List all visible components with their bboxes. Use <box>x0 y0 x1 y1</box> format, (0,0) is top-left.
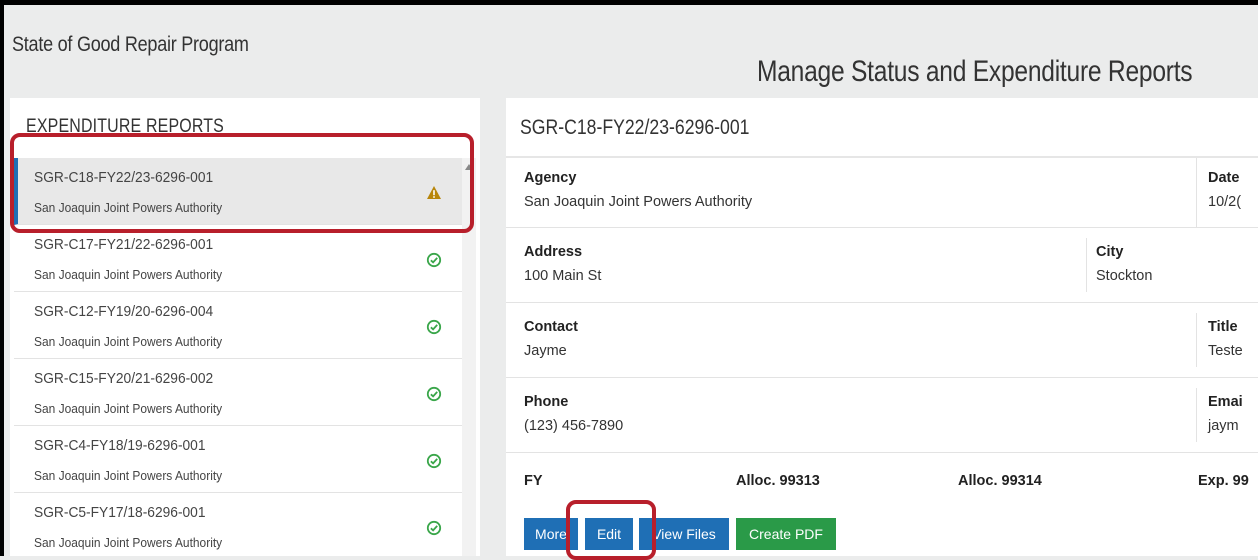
exp-label: Exp. 99 <box>1198 473 1249 489</box>
expenditure-reports-header: EXPENDITURE REPORTS <box>26 116 225 137</box>
page-title: Manage Status and Expenditure Reports <box>757 55 1193 88</box>
report-list-scrollbar[interactable] <box>462 158 476 556</box>
address-field: Address 100 Main St <box>524 244 601 284</box>
agency-field: Agency San Joaquin Joint Powers Authorit… <box>524 170 752 210</box>
report-agency: San Joaquin Joint Powers Authority <box>34 468 223 483</box>
exp-column-header: Exp. 99 <box>1198 473 1249 489</box>
report-agency: San Joaquin Joint Powers Authority <box>34 334 223 349</box>
phone-row: Phone (123) 456-7890 Emai jaym <box>506 378 1258 453</box>
fy-column-header: FY <box>524 473 543 489</box>
view-files-button[interactable]: View Files <box>639 518 729 550</box>
address-row: Address 100 Main St City Stockton <box>506 228 1258 303</box>
frame-border-left <box>0 0 4 556</box>
report-id: SGR-C17-FY21/22-6296-001 <box>34 237 214 253</box>
phone-field: Phone (123) 456-7890 <box>524 394 623 434</box>
report-list: SGR-C18-FY22/23-6296-001 San Joaquin Join… <box>14 158 463 556</box>
alloc-99313-column-header: Alloc. 99313 <box>736 473 820 489</box>
title-label: Title <box>1208 319 1238 335</box>
column-divider <box>1196 313 1197 367</box>
contact-row: Contact Jayme Title Teste <box>506 303 1258 378</box>
action-button-bar: More Edit View Files Create PDF <box>506 508 1258 556</box>
title-value: Teste <box>1208 343 1243 359</box>
check-circle-icon <box>426 453 442 469</box>
app-title: State of Good Repair Program <box>12 33 249 56</box>
report-list-item[interactable]: SGR-C12-FY19/20-6296-004 San Joaquin Join… <box>14 292 463 359</box>
report-list-item[interactable]: SGR-C5-FY17/18-6296-001 San Joaquin Joint… <box>14 493 463 556</box>
date-field: Date 10/2( <box>1208 170 1241 210</box>
alloc-99314-column-header: Alloc. 99314 <box>958 473 1042 489</box>
email-value: jaym <box>1208 418 1239 434</box>
fy-label: FY <box>524 473 543 489</box>
contact-label: Contact <box>524 319 578 335</box>
report-id: SGR-C12-FY19/20-6296-004 <box>34 304 214 320</box>
create-pdf-button[interactable]: Create PDF <box>736 518 836 550</box>
edit-button[interactable]: Edit <box>585 518 633 550</box>
date-label: Date <box>1208 170 1240 186</box>
agency-label: Agency <box>524 170 577 186</box>
check-circle-icon <box>426 520 442 536</box>
report-agency: San Joaquin Joint Powers Authority <box>34 535 223 550</box>
contact-value: Jayme <box>524 343 567 359</box>
check-circle-icon <box>426 252 442 268</box>
report-id: SGR-C4-FY18/19-6296-001 <box>34 438 206 454</box>
check-circle-icon <box>426 386 442 402</box>
date-value: 10/2( <box>1208 194 1242 210</box>
alloc-99314-label: Alloc. 99314 <box>958 473 1042 489</box>
column-divider <box>1196 158 1197 227</box>
city-field: City Stockton <box>1096 244 1152 284</box>
frame-border-top <box>0 0 1258 5</box>
phone-label: Phone <box>524 394 569 410</box>
check-circle-icon <box>426 319 442 335</box>
title-field: Title Teste <box>1208 319 1243 359</box>
report-list-item[interactable]: SGR-C4-FY18/19-6296-001 San Joaquin Joint… <box>14 426 463 493</box>
report-agency: San Joaquin Joint Powers Authority <box>34 401 223 416</box>
report-list-item[interactable]: SGR-C18-FY22/23-6296-001 San Joaquin Join… <box>14 158 463 225</box>
city-label: City <box>1096 244 1124 260</box>
report-agency: San Joaquin Joint Powers Authority <box>34 267 223 282</box>
contact-field: Contact Jayme <box>524 319 578 359</box>
column-divider <box>1086 238 1087 292</box>
email-field: Emai jaym <box>1208 394 1243 434</box>
report-id: SGR-C18-FY22/23-6296-001 <box>34 170 214 186</box>
address-value: 100 Main St <box>524 268 602 284</box>
report-list-item[interactable]: SGR-C15-FY20/21-6296-002 San Joaquin Join… <box>14 359 463 426</box>
report-agency: San Joaquin Joint Powers Authority <box>34 200 223 215</box>
phone-value: (123) 456-7890 <box>524 418 624 434</box>
report-detail-panel: SGR-C18-FY22/23-6296-001 Agency San Joaq… <box>506 98 1258 556</box>
report-list-item[interactable]: SGR-C17-FY21/22-6296-001 San Joaquin Join… <box>14 225 463 292</box>
scroll-up-icon[interactable] <box>465 164 473 170</box>
agency-row: Agency San Joaquin Joint Powers Authorit… <box>506 158 1258 228</box>
city-value: Stockton <box>1096 268 1153 284</box>
email-label: Emai <box>1208 394 1243 410</box>
agency-value: San Joaquin Joint Powers Authority <box>524 194 753 210</box>
more-button[interactable]: More <box>524 518 578 550</box>
warning-icon <box>426 185 442 201</box>
expenditure-reports-panel: EXPENDITURE REPORTS SGR-C18-FY22/23-6296… <box>10 98 480 556</box>
alloc-99313-label: Alloc. 99313 <box>736 473 820 489</box>
column-divider <box>1196 388 1197 442</box>
address-label: Address <box>524 244 583 260</box>
report-detail-title: SGR-C18-FY22/23-6296-001 <box>520 116 750 139</box>
allocation-header-row: FY Alloc. 99313 Alloc. 99314 Exp. 99 <box>506 453 1258 513</box>
report-id: SGR-C15-FY20/21-6296-002 <box>34 371 214 387</box>
report-id: SGR-C5-FY17/18-6296-001 <box>34 505 206 521</box>
